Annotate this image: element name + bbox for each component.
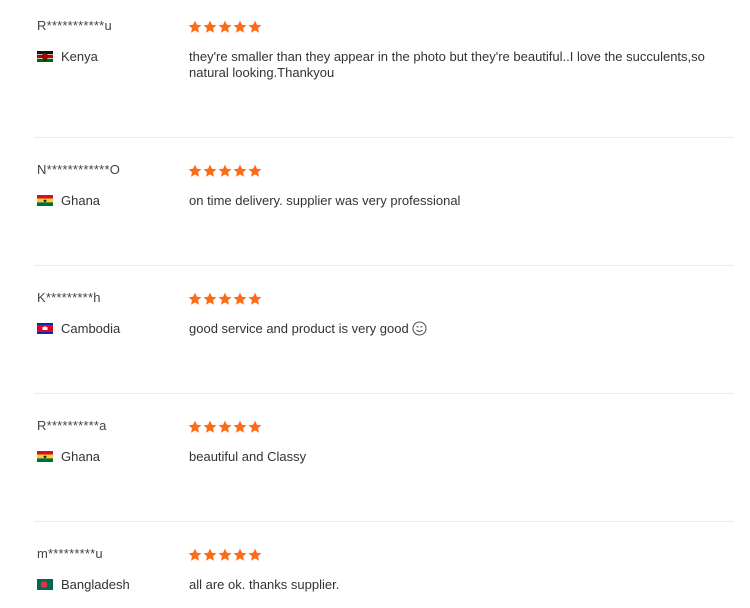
reviewer-name: N************O [37, 162, 121, 177]
reviewer-country: Ghana [37, 193, 100, 208]
star-icon [203, 420, 217, 433]
star-rating [188, 420, 262, 434]
star-icon [233, 548, 247, 561]
reviewer-country: Bangladesh [37, 577, 130, 592]
reviewer-country: Cambodia [37, 321, 120, 336]
country-name: Ghana [61, 193, 101, 208]
divider [34, 137, 734, 138]
star-rating [188, 20, 262, 34]
star-icon [248, 420, 262, 433]
ghana-flag-icon [37, 451, 53, 462]
star-icon [218, 548, 232, 561]
star-icon [188, 292, 202, 305]
reviewer-country: Ghana [37, 449, 100, 464]
divider [34, 393, 734, 394]
review-text: they're smaller than they appear in the … [189, 49, 705, 80]
star-icon [188, 164, 202, 177]
star-icon [233, 20, 247, 33]
star-rating [188, 164, 262, 178]
cambodia-flag-icon [37, 323, 53, 334]
star-icon [188, 420, 202, 433]
smiley-icon [412, 321, 427, 340]
star-icon [188, 20, 202, 33]
star-icon [218, 420, 232, 433]
star-icon [188, 548, 202, 561]
review-text: on time delivery. supplier was very prof… [189, 193, 461, 208]
star-rating [188, 292, 262, 306]
star-rating [188, 548, 262, 562]
country-name: Bangladesh [61, 577, 130, 592]
star-icon [248, 164, 262, 177]
review-text-content: good service and product is very good [189, 321, 409, 336]
kenya-flag-icon [37, 51, 53, 62]
reviewer-name: R***********u [37, 18, 112, 33]
star-icon [233, 292, 247, 305]
reviewer-name: K*********h [37, 290, 101, 305]
star-icon [203, 548, 217, 561]
star-icon [203, 20, 217, 33]
divider [34, 521, 734, 522]
star-icon [218, 292, 232, 305]
star-icon [203, 292, 217, 305]
review-text: good service and product is very good [189, 321, 734, 340]
country-name: Ghana [61, 449, 101, 464]
star-icon [248, 548, 262, 561]
review-text: all are ok. thanks supplier. [189, 577, 340, 592]
country-name: Kenya [61, 49, 98, 64]
reviewer-name: m*********u [37, 546, 103, 561]
reviewer-name: R**********a [37, 418, 107, 433]
star-icon [248, 20, 262, 33]
divider [34, 265, 734, 266]
review-text: beautiful and Classy [189, 449, 307, 464]
star-icon [233, 420, 247, 433]
country-name: Cambodia [61, 321, 121, 336]
star-icon [203, 164, 217, 177]
star-icon [233, 164, 247, 177]
bangladesh-flag-icon [37, 579, 53, 590]
star-icon [218, 20, 232, 33]
star-icon [218, 164, 232, 177]
star-icon [248, 292, 262, 305]
reviewer-country: Kenya [37, 49, 98, 64]
ghana-flag-icon [37, 195, 53, 206]
